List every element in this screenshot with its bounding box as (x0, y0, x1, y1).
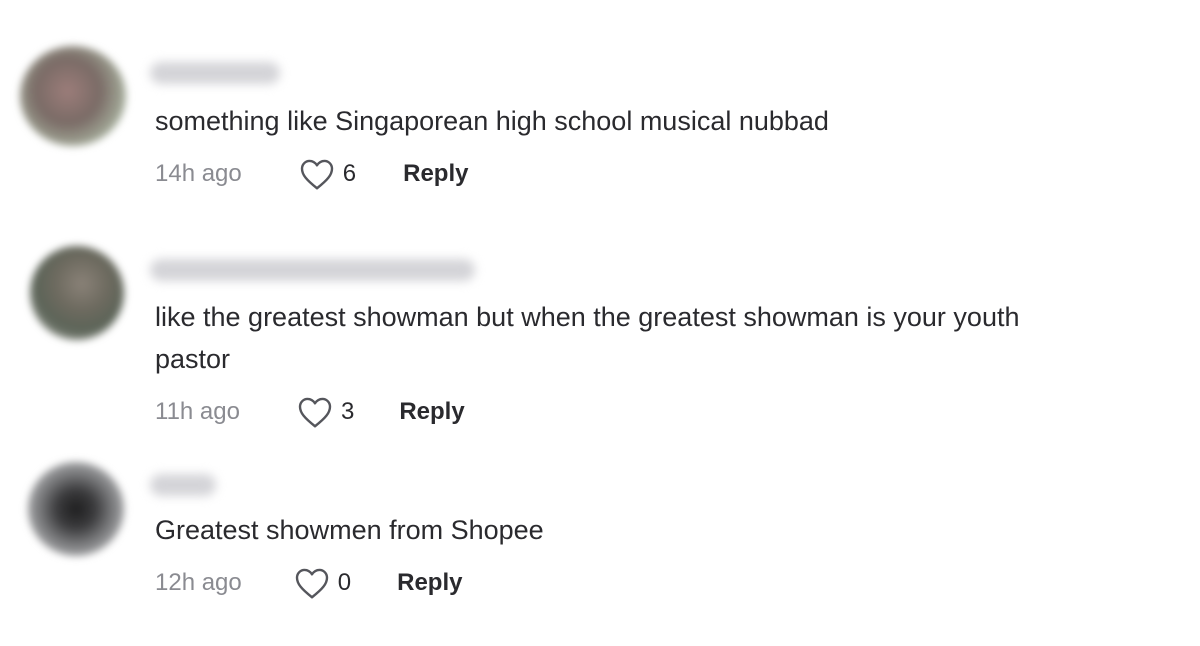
like-count: 6 (342, 160, 357, 187)
username-blurred[interactable] (150, 259, 475, 281)
comment-meta: 12h ago 0 Reply (155, 566, 462, 600)
timestamp: 12h ago (155, 569, 242, 596)
avatar[interactable] (28, 462, 124, 556)
timestamp: 11h ago (155, 398, 240, 425)
heart-outline-icon (299, 157, 335, 191)
reply-button[interactable]: Reply (403, 160, 468, 188)
timestamp: 14h ago (155, 160, 242, 187)
comment-meta: 14h ago 6 Reply (155, 157, 468, 191)
username-blurred[interactable] (150, 62, 280, 84)
comment-meta: 11h ago 3 Reply (155, 395, 465, 429)
comment-text: something like Singaporean high school m… (155, 106, 829, 136)
like-button[interactable]: 0 (294, 566, 351, 600)
like-count: 3 (340, 398, 355, 425)
comment-list: something like Singaporean high school m… (0, 0, 1200, 646)
avatar[interactable] (20, 46, 126, 146)
like-button[interactable]: 3 (297, 395, 354, 429)
reply-button[interactable]: Reply (397, 569, 462, 597)
heart-outline-icon (297, 395, 333, 429)
comment-text: like the greatest showman but when the g… (155, 302, 1020, 374)
like-button[interactable]: 6 (299, 157, 356, 191)
like-count: 0 (337, 569, 352, 596)
heart-outline-icon (294, 566, 330, 600)
reply-button[interactable]: Reply (399, 398, 464, 426)
avatar[interactable] (30, 246, 124, 340)
comment-text: Greatest showmen from Shopee (155, 515, 544, 545)
username-blurred[interactable] (150, 474, 216, 496)
